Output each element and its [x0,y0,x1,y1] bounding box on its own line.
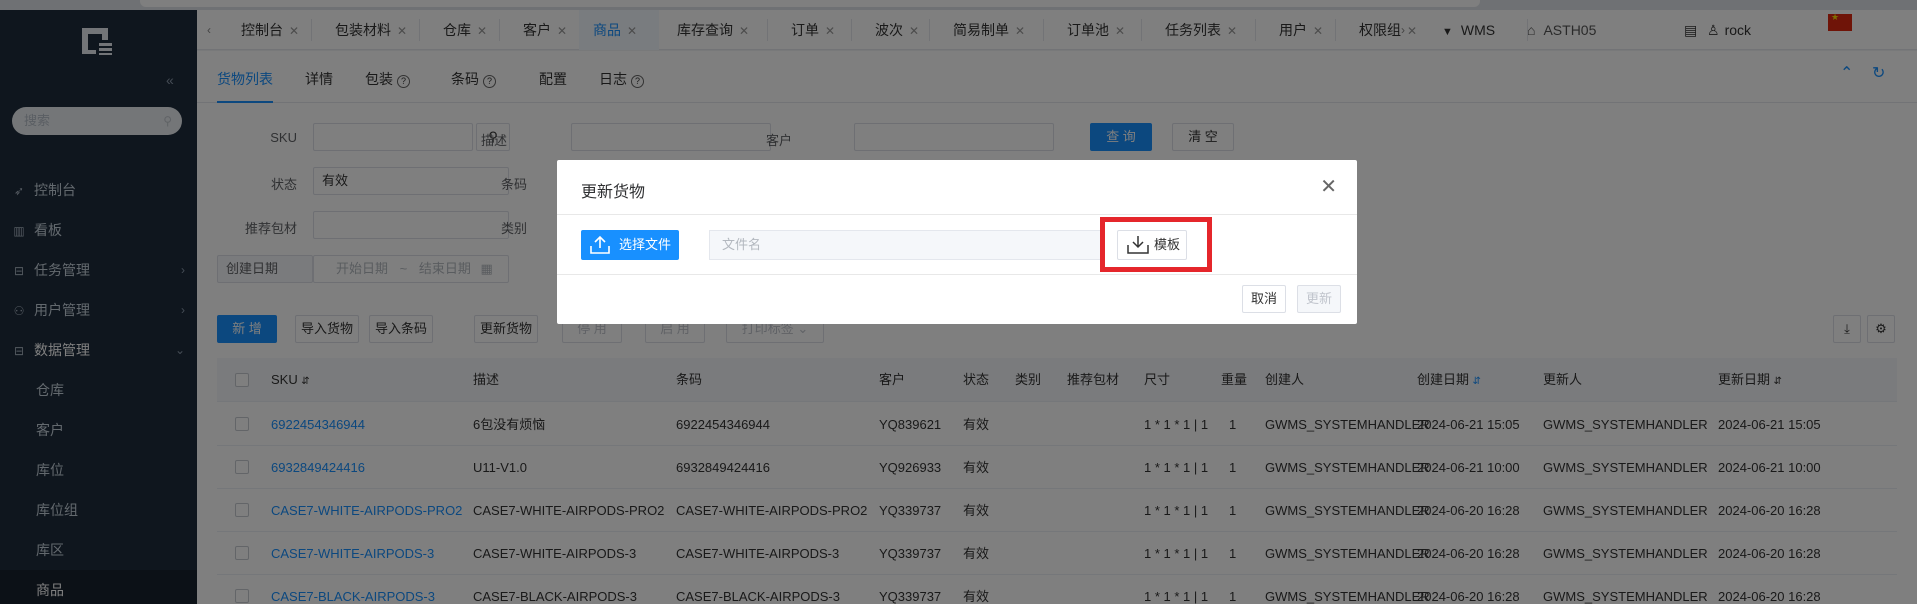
file-name-input[interactable]: 文件名 [709,230,1101,260]
dialog-divider [557,274,1357,275]
update-goods-dialog: 更新货物 ✕ 选择文件 文件名 模板 取消 更新 [557,160,1357,324]
dialog-title: 更新货物 [581,184,646,201]
select-file-button[interactable]: 选择文件 [581,230,679,260]
update-button[interactable]: 更新 [1297,285,1341,313]
upload-icon [590,235,610,254]
dialog-divider [557,214,1357,215]
highlight-box [1100,217,1212,272]
cancel-button[interactable]: 取消 [1242,285,1286,313]
close-icon[interactable]: ✕ [1320,174,1337,199]
select-file-label: 选择文件 [619,237,672,252]
